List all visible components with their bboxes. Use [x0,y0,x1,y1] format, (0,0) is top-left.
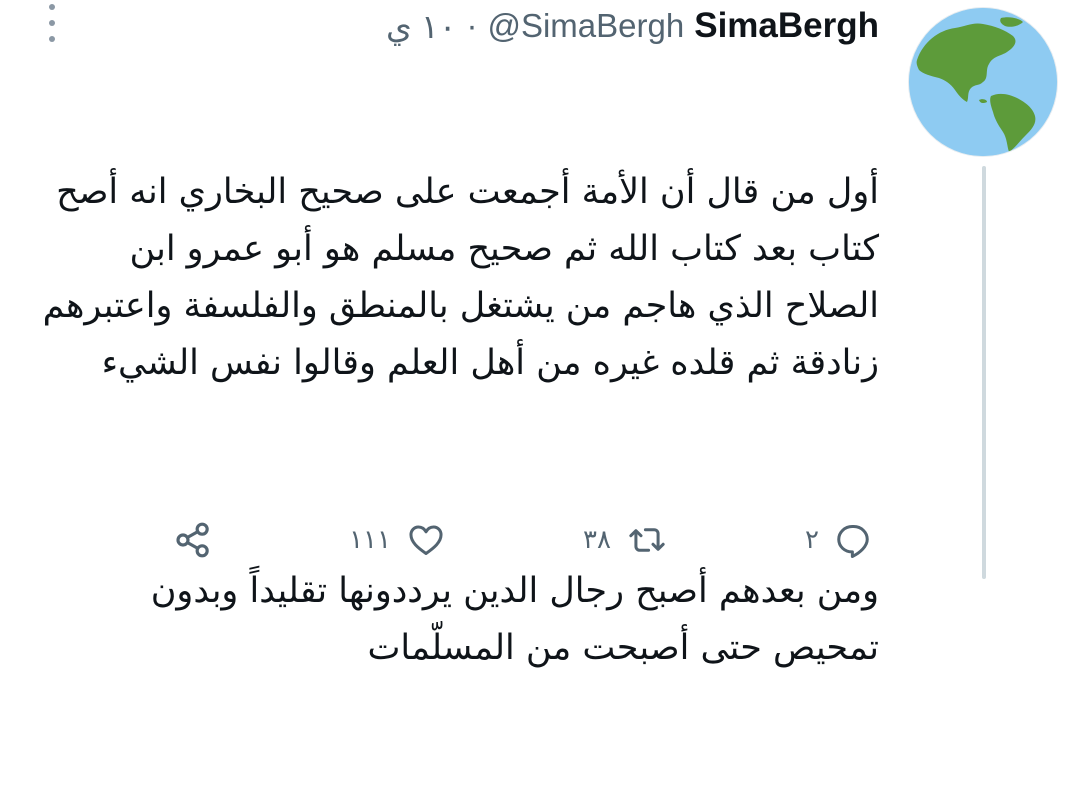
avatar[interactable] [909,8,1057,156]
tweet[interactable]: SimaBergh @SimaBergh · ١٠ ي أول من قال أ… [0,0,1079,668]
display-name[interactable]: SimaBergh [694,6,879,46]
more-options-icon[interactable] [40,4,64,42]
reply-count: ٢ [805,525,819,555]
share-button[interactable] [173,520,213,560]
like-count: ١١١ [349,525,391,555]
reply-icon [837,525,869,558]
like-button[interactable]: ١١١ [349,521,447,559]
globe-americas-icon [909,8,1057,156]
tweet-text: أول من قال أن الأمة أجمعت على صحيح البخا… [39,50,879,791]
dot [49,4,55,10]
dot [49,20,55,26]
retweet-button[interactable]: ٣٨ [583,521,669,559]
share-icon [176,522,209,558]
tweet-paragraph: ومن بعدهم أصبح رجال الدين يرددونها تقليد… [139,571,879,668]
heart-icon [409,525,443,555]
thread-line [982,166,986,579]
tweet-actions: ٢ ٣٨ ١١١ [173,515,873,565]
user-handle[interactable]: @SimaBergh [487,7,684,45]
tweet-header: SimaBergh @SimaBergh · ١٠ ي [386,4,879,48]
tweet-timestamp[interactable]: ١٠ ي [386,7,456,46]
retweet-count: ٣٨ [583,525,611,555]
reply-button[interactable]: ٢ [805,521,873,559]
retweet-icon [629,528,665,552]
separator-dot: · [466,7,478,44]
tweet-paragraph: أول من قال أن الأمة أجمعت على صحيح البخا… [31,172,879,383]
dot [49,36,55,42]
